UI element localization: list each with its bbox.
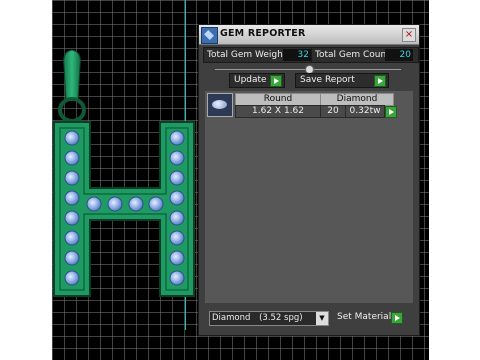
play-icon [391, 312, 403, 324]
letter-h-pendant-model[interactable] [52, 0, 212, 300]
update-button-label: Update [234, 75, 267, 85]
pendant-bail [63, 49, 81, 101]
pendant-jump-ring [58, 97, 86, 123]
dropdown-arrow-icon[interactable]: ▼ [316, 312, 328, 325]
set-material-button[interactable]: Set Material [333, 311, 403, 324]
save-report-button[interactable]: Save Report [295, 73, 389, 88]
update-button[interactable]: Update [229, 73, 285, 88]
gem-weight-cell: 0.32tw [345, 105, 385, 118]
panel-title: GEM REPORTER [220, 28, 306, 39]
total-gem-count-value: 20 [385, 49, 413, 61]
gem-size-cell: 1.62 X 1.62 [235, 105, 321, 118]
letter-h-frame [53, 121, 195, 297]
set-material-button-label: Set Material [337, 312, 392, 322]
material-select[interactable]: Diamond (3.52 spg) ▼ [209, 311, 329, 326]
gem-list-area: Round Diamond 1.62 X 1.62 20 0.32tw [205, 91, 413, 303]
gem-count-cell: 20 [320, 105, 346, 118]
material-select-value: Diamond (3.52 spg) [212, 313, 303, 323]
total-gem-weight-label: Total Gem Weight [207, 50, 287, 60]
total-gem-weight-value: 32 [283, 49, 311, 61]
play-icon [374, 75, 386, 87]
play-icon [270, 75, 282, 87]
total-gem-count-label: Total Gem Count [315, 50, 390, 60]
gem-reporter-panel: GEM REPORTER × Total Gem Weight 32 Total… [198, 24, 420, 336]
app-icon [201, 27, 218, 44]
round-gem-icon[interactable] [207, 93, 233, 117]
close-icon[interactable]: × [402, 28, 416, 42]
play-icon[interactable] [385, 106, 397, 118]
save-report-button-label: Save Report [300, 75, 355, 85]
panel-titlebar[interactable]: GEM REPORTER × [199, 25, 419, 45]
